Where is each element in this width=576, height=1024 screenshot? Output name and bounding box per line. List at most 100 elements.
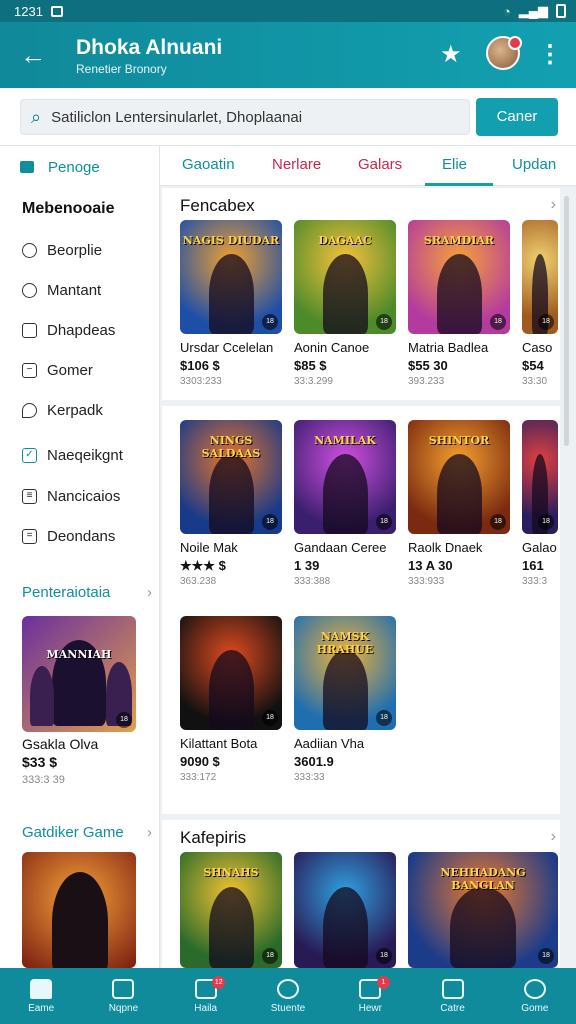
search-button[interactable]: Caner — [476, 98, 558, 136]
tab-item-active[interactable]: Elie — [442, 156, 467, 173]
game-title: Aonin Canoe — [294, 340, 370, 355]
game-meta: 333:388 — [294, 576, 331, 587]
cover-title-art: DAGAAC — [318, 234, 372, 247]
nav-item[interactable]: Catre — [411, 968, 493, 1024]
bottom-navigation: Eame Nqpne Haila 12 Stuente Hewr 1 Catre Gome — [0, 968, 576, 1024]
game-title: Kilattant Bota — [180, 736, 258, 751]
pin-icon — [22, 402, 37, 418]
notification-icon — [50, 5, 63, 17]
sidebar: Penoge Mebenooaie Beorplie Mantant Dhapd… — [0, 146, 160, 968]
sidebar-item[interactable]: Mantant — [22, 276, 152, 304]
nav-item[interactable]: Gome — [494, 968, 576, 1024]
sidebar-item[interactable]: Beorplie — [22, 236, 152, 264]
age-rating-badge: 18 — [490, 314, 506, 330]
tab-item[interactable]: Nerlare — [272, 156, 321, 173]
game-cover-image[interactable]: SRAMDIAR 18 — [408, 220, 510, 334]
sidebar-item[interactable]: Kerpadk — [22, 396, 152, 424]
app-subtitle: Renetier Bronory — [76, 62, 167, 76]
game-cover-image[interactable]: 18 — [294, 852, 396, 968]
nav-item[interactable]: Stuente — [247, 968, 329, 1024]
game-cover-image[interactable]: DAGAAC 18 — [294, 220, 396, 334]
game-cover-image[interactable]: NAMILAK 18 — [294, 420, 396, 534]
notification-badge — [508, 36, 522, 50]
sidebar-section-header[interactable]: Penteraiotaia › — [22, 584, 152, 601]
hero-figure — [52, 872, 108, 968]
game-price: 1 39 — [294, 558, 320, 573]
age-rating-badge: 18 — [538, 948, 554, 964]
scrollbar[interactable] — [564, 196, 569, 446]
nav-item[interactable]: Nqpne — [82, 968, 164, 1024]
game-cover-image[interactable]: MANNIAH 18 — [22, 616, 136, 732]
game-grid-section: NINGS SALDAAS 18 Noile Mak ★★★ $ 363.238 NAMI… — [162, 406, 560, 814]
game-price: ★★★ $ — [180, 558, 226, 573]
star-icon[interactable]: ★ — [440, 40, 462, 69]
sidebar-item[interactable]: ≡ Nancicaios — [22, 482, 152, 510]
cover-title-art: NAMSK HRAHUE — [316, 630, 374, 656]
tab-item[interactable]: Updan — [512, 156, 556, 173]
hero-figure — [209, 887, 254, 968]
game-title: Gsakla Olva — [22, 736, 99, 752]
game-cover-image[interactable]: NINGS SALDAAS 18 — [180, 420, 282, 534]
sidebar-item[interactable]: Dhapdeas — [22, 316, 152, 344]
game-cover-image[interactable]: NEHHADANG BANGLAN 18 — [408, 852, 558, 968]
game-price: $54 — [522, 358, 544, 373]
game-meta: 333:933 — [408, 576, 445, 587]
game-meta: 393.233 — [408, 376, 445, 387]
game-cover-image[interactable]: NAGIS DIUDAR 18 — [180, 220, 282, 334]
app-title: Dhoka Alnuani — [76, 36, 223, 59]
hero-figure — [209, 254, 254, 334]
nav-label: Gome — [521, 1002, 549, 1014]
hero-figure — [209, 650, 254, 730]
timer-icon — [22, 282, 37, 298]
sidebar-item[interactable]: = Deondans — [22, 522, 152, 550]
search-input[interactable]: ⌕ Satiliclon Lentersinularlet, Dhoplaana… — [20, 99, 470, 135]
hero-figure — [209, 454, 254, 534]
game-cover-image[interactable] — [22, 852, 136, 968]
clock-icon — [22, 242, 37, 258]
hero-figure — [323, 254, 368, 334]
minus-box-icon: − — [22, 362, 37, 378]
game-cover-image[interactable]: 18 — [522, 220, 558, 334]
chevron-right-icon[interactable]: › — [551, 196, 556, 214]
age-rating-badge: 18 — [376, 710, 392, 726]
nav-item[interactable]: Eame — [0, 968, 82, 1024]
game-meta: 333:3 — [522, 576, 548, 587]
game-cover-image[interactable]: 18 — [180, 616, 282, 730]
section-title: Kafepiris — [180, 828, 247, 847]
sidebar-item[interactable]: ✓ Naeqeikgnt — [22, 441, 152, 469]
sidebar-section-label: Gatdiker Game — [22, 824, 124, 841]
signal-icon: ▂▄▆ — [518, 3, 548, 18]
nav-item[interactable]: Hewr 1 — [329, 968, 411, 1024]
game-cover-image[interactable]: SHINTOR 18 — [408, 420, 510, 534]
sidebar-item-label: Dhapdeas — [47, 321, 116, 339]
status-time: 1231 — [14, 3, 43, 19]
sidebar-item-active[interactable]: Penoge — [0, 146, 158, 188]
sidebar-item-label: Naeqeikgnt — [47, 446, 123, 464]
tab-item[interactable]: Galars — [358, 156, 402, 173]
sidebar-item[interactable]: − Gomer — [22, 356, 152, 384]
game-price: 13 A 30 — [408, 558, 453, 573]
age-rating-badge: 18 — [538, 314, 554, 330]
more-vert-icon[interactable]: ⋮ — [538, 40, 562, 69]
featured-section: Fencabex › NAGIS DIUDAR 18 Ursdar Ccelelan… — [162, 188, 560, 400]
chevron-right-icon: › — [147, 584, 152, 601]
game-cover-image[interactable]: SHNAHS 18 — [180, 852, 282, 968]
nav-label: Nqpne — [108, 1002, 139, 1014]
game-meta: 33:30 — [522, 376, 548, 387]
game-price: 161 — [522, 558, 544, 573]
nav-item[interactable]: Haila 12 — [165, 968, 247, 1024]
back-arrow-icon[interactable]: ← — [20, 40, 50, 70]
game-price: $55 30 — [408, 358, 448, 373]
game-title: Noile Mak — [180, 540, 238, 555]
game-title: Gandaan Ceree — [294, 540, 387, 555]
sidebar-section-header[interactable]: Gatdiker Game › — [22, 824, 152, 841]
cover-title-art: NAMILAK — [314, 434, 376, 447]
sidebar-item-label: Gomer — [47, 361, 93, 379]
game-price: $33 $ — [22, 754, 58, 770]
section-title: Fencabex — [180, 196, 255, 215]
chevron-right-icon[interactable]: › — [551, 828, 556, 846]
game-cover-image[interactable]: NAMSK HRAHUE 18 — [294, 616, 396, 730]
tab-item[interactable]: Gaoatin — [182, 156, 235, 173]
game-cover-image[interactable]: 18 — [522, 420, 558, 534]
sidebar-active-label: Penoge — [48, 158, 100, 176]
